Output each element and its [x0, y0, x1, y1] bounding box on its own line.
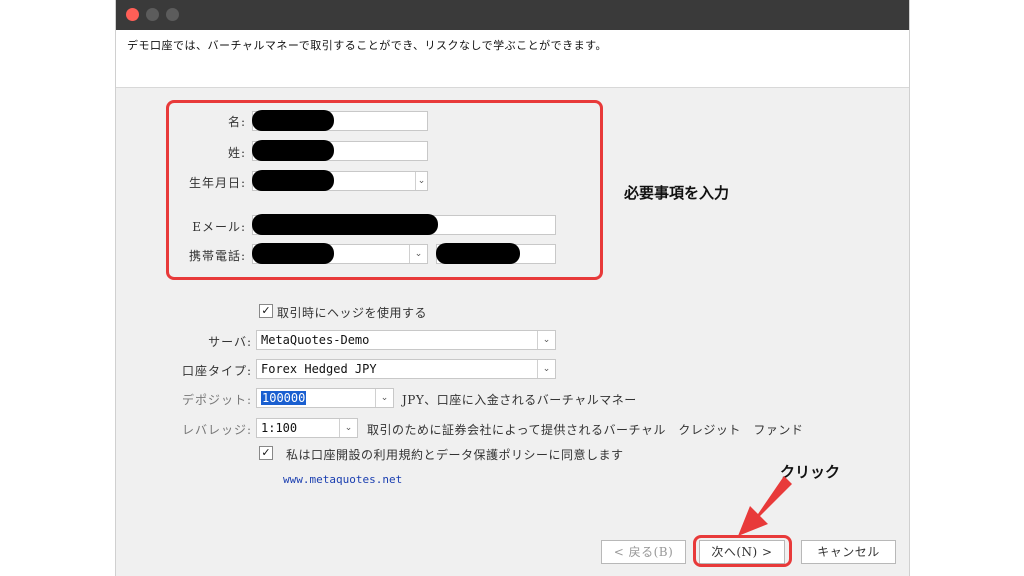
required-fields-highlight	[166, 100, 603, 280]
red-arrow-icon	[738, 476, 792, 536]
chevron-down-icon[interactable]: ⌄	[375, 389, 393, 407]
leverage-label: レバレッジ:	[181, 423, 252, 437]
server-label: サーバ:	[208, 335, 252, 349]
header-panel: デモ口座では、バーチャルマネーで取引することができ、リスクなしで学ぶことができま…	[116, 30, 909, 88]
title-bar	[116, 0, 909, 30]
leverage-note: 取引のために証券会社によって提供されるバーチャル クレジット ファンド	[367, 423, 804, 437]
leverage-select[interactable]: 1:100 ⌄	[256, 418, 358, 438]
deposit-select[interactable]: 100000 ⌄	[256, 388, 394, 408]
demo-account-dialog: デモ口座では、バーチャルマネーで取引することができ、リスクなしで学ぶことができま…	[115, 0, 910, 576]
account-type-value: Forex Hedged JPY	[261, 362, 377, 376]
maximize-window-button[interactable]	[166, 8, 179, 21]
next-button-highlight	[693, 535, 792, 567]
website-link[interactable]: www.metaquotes.net	[283, 473, 402, 486]
deposit-value: 100000	[261, 391, 307, 405]
minimize-window-button[interactable]	[146, 8, 159, 21]
account-type-select[interactable]: Forex Hedged JPY ⌄	[256, 359, 556, 379]
hedge-checkbox[interactable]: ✓	[259, 304, 273, 318]
cancel-button[interactable]: キャンセル	[801, 540, 896, 564]
chevron-down-icon[interactable]: ⌄	[339, 419, 357, 437]
dialog-description: デモ口座では、バーチャルマネーで取引することができ、リスクなしで学ぶことができま…	[127, 39, 608, 52]
hedge-checkbox-label: 取引時にヘッジを使用する	[277, 306, 428, 320]
agree-checkbox-label: 私は口座開設の利用規約とデータ保護ポリシーに同意します	[286, 448, 624, 462]
leverage-value: 1:100	[261, 421, 298, 435]
chevron-down-icon[interactable]: ⌄	[537, 360, 555, 378]
account-type-label: 口座タイプ:	[181, 364, 252, 378]
check-icon: ✓	[261, 304, 271, 317]
required-fields-annotation: 必要事項を入力	[624, 184, 730, 202]
agree-checkbox[interactable]: ✓	[259, 446, 273, 460]
check-icon: ✓	[261, 446, 271, 459]
close-window-button[interactable]	[126, 8, 139, 21]
server-value: MetaQuotes-Demo	[261, 333, 370, 347]
deposit-note: JPY、口座に入金されるバーチャルマネー	[402, 393, 637, 407]
deposit-label: デポジット:	[181, 393, 252, 407]
server-select[interactable]: MetaQuotes-Demo ⌄	[256, 330, 556, 350]
chevron-down-icon[interactable]: ⌄	[537, 331, 555, 349]
back-button[interactable]: < 戻る(B)	[601, 540, 686, 564]
